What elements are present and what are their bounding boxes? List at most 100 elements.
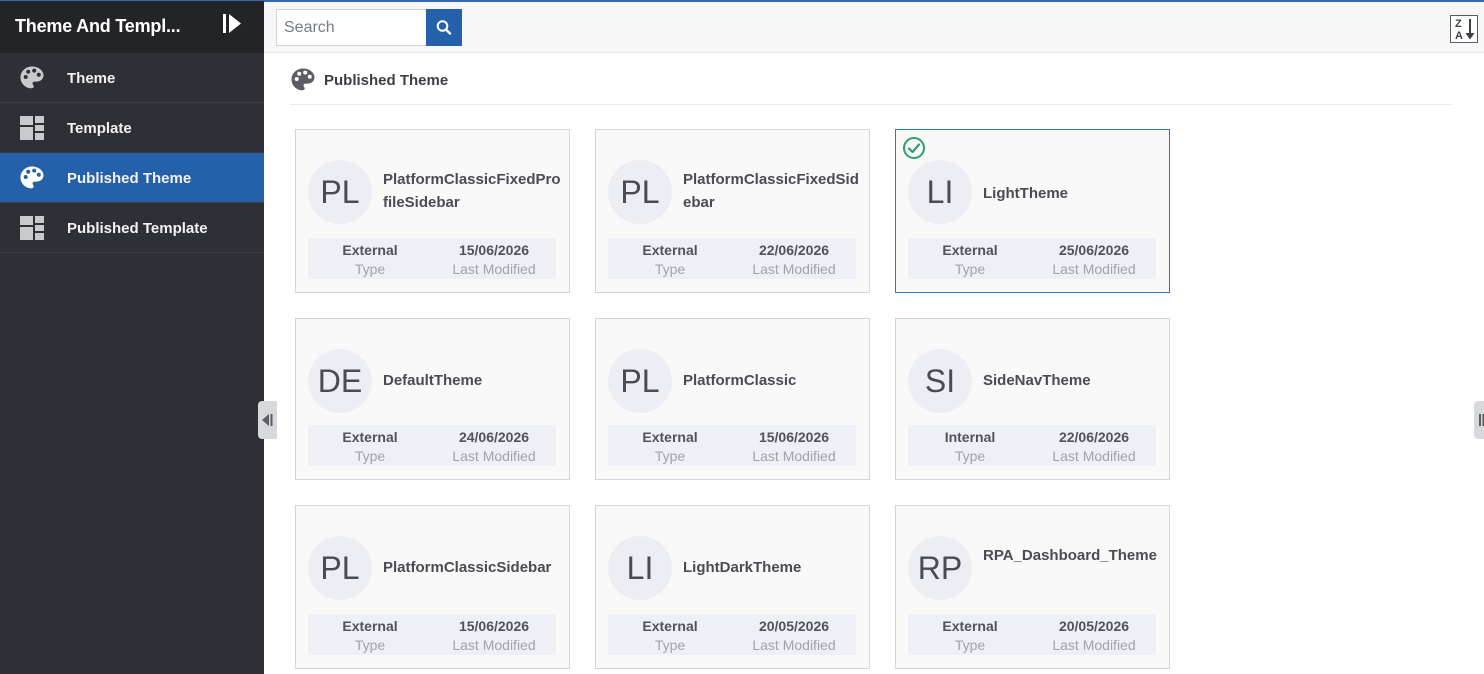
card-title: PlatformClassicSidebar bbox=[383, 559, 552, 576]
last-modified-column: 20/05/2026 Last Modified bbox=[1032, 614, 1156, 654]
sidebar-title: Theme And Templ... bbox=[15, 16, 181, 36]
last-modified-label: Last Modified bbox=[1052, 448, 1136, 464]
last-modified-value: 20/05/2026 bbox=[1058, 618, 1130, 634]
template-icon bbox=[19, 215, 45, 241]
card-meta: External Type 20/05/2026 Last Modified bbox=[908, 614, 1156, 655]
last-modified-value: 20/05/2026 bbox=[758, 618, 830, 634]
search-box bbox=[276, 9, 426, 46]
sidebar-item-label: Published Template bbox=[67, 220, 208, 237]
card-meta: External Type 22/06/2026 Last Modified bbox=[608, 238, 856, 279]
avatar: PL bbox=[608, 160, 672, 224]
last-modified-column: 22/06/2026 Last Modified bbox=[732, 238, 856, 278]
type-column: External Type bbox=[608, 238, 732, 278]
card-meta: Internal Type 22/06/2026 Last Modified bbox=[908, 425, 1156, 466]
theme-card[interactable]: PL PlatformClassic External Type 15/06/2026 L… bbox=[595, 318, 870, 480]
last-modified-column: 15/06/2026 Last Modified bbox=[732, 425, 856, 465]
sidebar-nav: Theme Template Published Theme Published… bbox=[0, 53, 264, 253]
template-icon bbox=[19, 115, 45, 141]
card-title: SideNavTheme bbox=[983, 372, 1091, 389]
theme-card[interactable]: DE DefaultTheme External Type 24/06/2026 Last… bbox=[295, 318, 570, 480]
card-meta: External Type 20/05/2026 Last Modified bbox=[608, 614, 856, 655]
avatar: PL bbox=[308, 160, 372, 224]
card-meta: External Type 25/06/2026 Last Modified bbox=[908, 238, 1156, 279]
avatar: PL bbox=[608, 349, 672, 413]
last-modified-label: Last Modified bbox=[752, 637, 836, 653]
type-column: External Type bbox=[308, 238, 432, 278]
type-label: Type bbox=[654, 261, 686, 277]
toolbar: Z A bbox=[264, 2, 1484, 53]
theme-card[interactable]: LI LightDarkTheme External Type 20/05/2026 La… bbox=[595, 505, 870, 669]
type-column: External Type bbox=[308, 425, 432, 465]
type-value: External bbox=[342, 242, 398, 258]
type-value: External bbox=[642, 242, 698, 258]
type-label: Type bbox=[954, 448, 986, 464]
type-column: External Type bbox=[908, 238, 1032, 278]
type-label: Type bbox=[954, 637, 986, 653]
type-column: Internal Type bbox=[908, 425, 1032, 465]
collapse-right-handle[interactable] bbox=[1474, 401, 1484, 439]
last-modified-value: 15/06/2026 bbox=[458, 242, 530, 258]
theme-card[interactable]: PL PlatformClassicFixedProfileSidebar Exte… bbox=[295, 129, 570, 293]
last-modified-value: 22/06/2026 bbox=[1058, 429, 1130, 445]
card-title: RPA_Dashboard_Theme bbox=[983, 547, 1157, 564]
sidebar-item-published-theme[interactable]: Published Theme bbox=[0, 153, 264, 203]
last-modified-column: 25/06/2026 Last Modified bbox=[1032, 238, 1156, 278]
card-meta: External Type 15/06/2026 Last Modified bbox=[308, 238, 556, 279]
sidebar-item-label: Published Theme bbox=[67, 170, 192, 187]
theme-card[interactable]: SI SideNavTheme Internal Type 22/06/2026 Last… bbox=[895, 318, 1170, 480]
type-label: Type bbox=[954, 261, 986, 277]
card-title: DefaultTheme bbox=[383, 372, 483, 389]
sidebar-item-theme[interactable]: Theme bbox=[0, 53, 264, 103]
card-title: PlatformClassicFixedProfileSidebar bbox=[383, 171, 561, 211]
last-modified-column: 15/06/2026 Last Modified bbox=[432, 238, 556, 278]
last-modified-label: Last Modified bbox=[752, 261, 836, 277]
last-modified-label: Last Modified bbox=[452, 637, 536, 653]
sidebar-item-template[interactable]: Template bbox=[0, 103, 264, 153]
search-input[interactable] bbox=[277, 10, 425, 45]
last-modified-label: Last Modified bbox=[452, 261, 536, 277]
type-value: External bbox=[342, 618, 398, 634]
avatar: LI bbox=[608, 536, 672, 600]
sidebar-item-label: Template bbox=[67, 120, 132, 137]
theme-card[interactable]: RP RPA_Dashboard_Theme External Type 20/05/2… bbox=[895, 505, 1170, 669]
last-modified-label: Last Modified bbox=[452, 448, 536, 464]
last-modified-column: 22/06/2026 Last Modified bbox=[1032, 425, 1156, 465]
palette-icon bbox=[19, 165, 45, 191]
collapse-left-handle[interactable] bbox=[258, 401, 277, 439]
type-column: External Type bbox=[608, 425, 732, 465]
theme-card[interactable]: PL PlatformClassicFixedSidebar External Typ… bbox=[595, 129, 870, 293]
app-window: Theme And Templ... Theme Template Publis… bbox=[0, 0, 1484, 674]
svg-text:A: A bbox=[1455, 30, 1463, 42]
sidebar-header: Theme And Templ... bbox=[0, 0, 264, 53]
type-label: Type bbox=[354, 261, 386, 277]
type-label: Type bbox=[654, 448, 686, 464]
palette-icon bbox=[19, 65, 45, 91]
type-value: Internal bbox=[944, 429, 996, 445]
search-button[interactable] bbox=[426, 9, 462, 46]
collapse-sidebar-icon[interactable] bbox=[220, 12, 244, 36]
card-title: PlatformClassicFixedSidebar bbox=[683, 171, 859, 211]
sidebar-item-published-template[interactable]: Published Template bbox=[0, 203, 264, 253]
theme-card[interactable]: PL PlatformClassicSidebar External Type 15/0… bbox=[295, 505, 570, 669]
card-title: PlatformClassic bbox=[683, 372, 797, 389]
type-value: External bbox=[642, 618, 698, 634]
type-value: External bbox=[642, 429, 698, 445]
type-column: External Type bbox=[308, 614, 432, 654]
sidebar-item-label: Theme bbox=[67, 70, 116, 87]
avatar: PL bbox=[308, 536, 372, 600]
card-meta: External Type 15/06/2026 Last Modified bbox=[308, 614, 556, 655]
type-label: Type bbox=[354, 448, 386, 464]
search-icon bbox=[436, 20, 452, 35]
avatar: SI bbox=[908, 349, 972, 413]
avatar: RP bbox=[908, 536, 972, 600]
type-label: Type bbox=[654, 637, 686, 653]
main-panel: Z A Published Theme PLPlatformClassicF bbox=[264, 0, 1484, 674]
card-meta: External Type 24/06/2026 Last Modified bbox=[308, 425, 556, 466]
avatar: LI bbox=[908, 160, 972, 224]
avatar: DE bbox=[308, 349, 372, 413]
last-modified-column: 15/06/2026 Last Modified bbox=[432, 614, 556, 654]
type-value: External bbox=[342, 429, 398, 445]
theme-card[interactable]: LI LightTheme External Type 25/06/2026 Last M… bbox=[895, 129, 1170, 293]
last-modified-label: Last Modified bbox=[1052, 261, 1136, 277]
sort-z-a-icon[interactable]: Z A bbox=[1450, 15, 1478, 43]
